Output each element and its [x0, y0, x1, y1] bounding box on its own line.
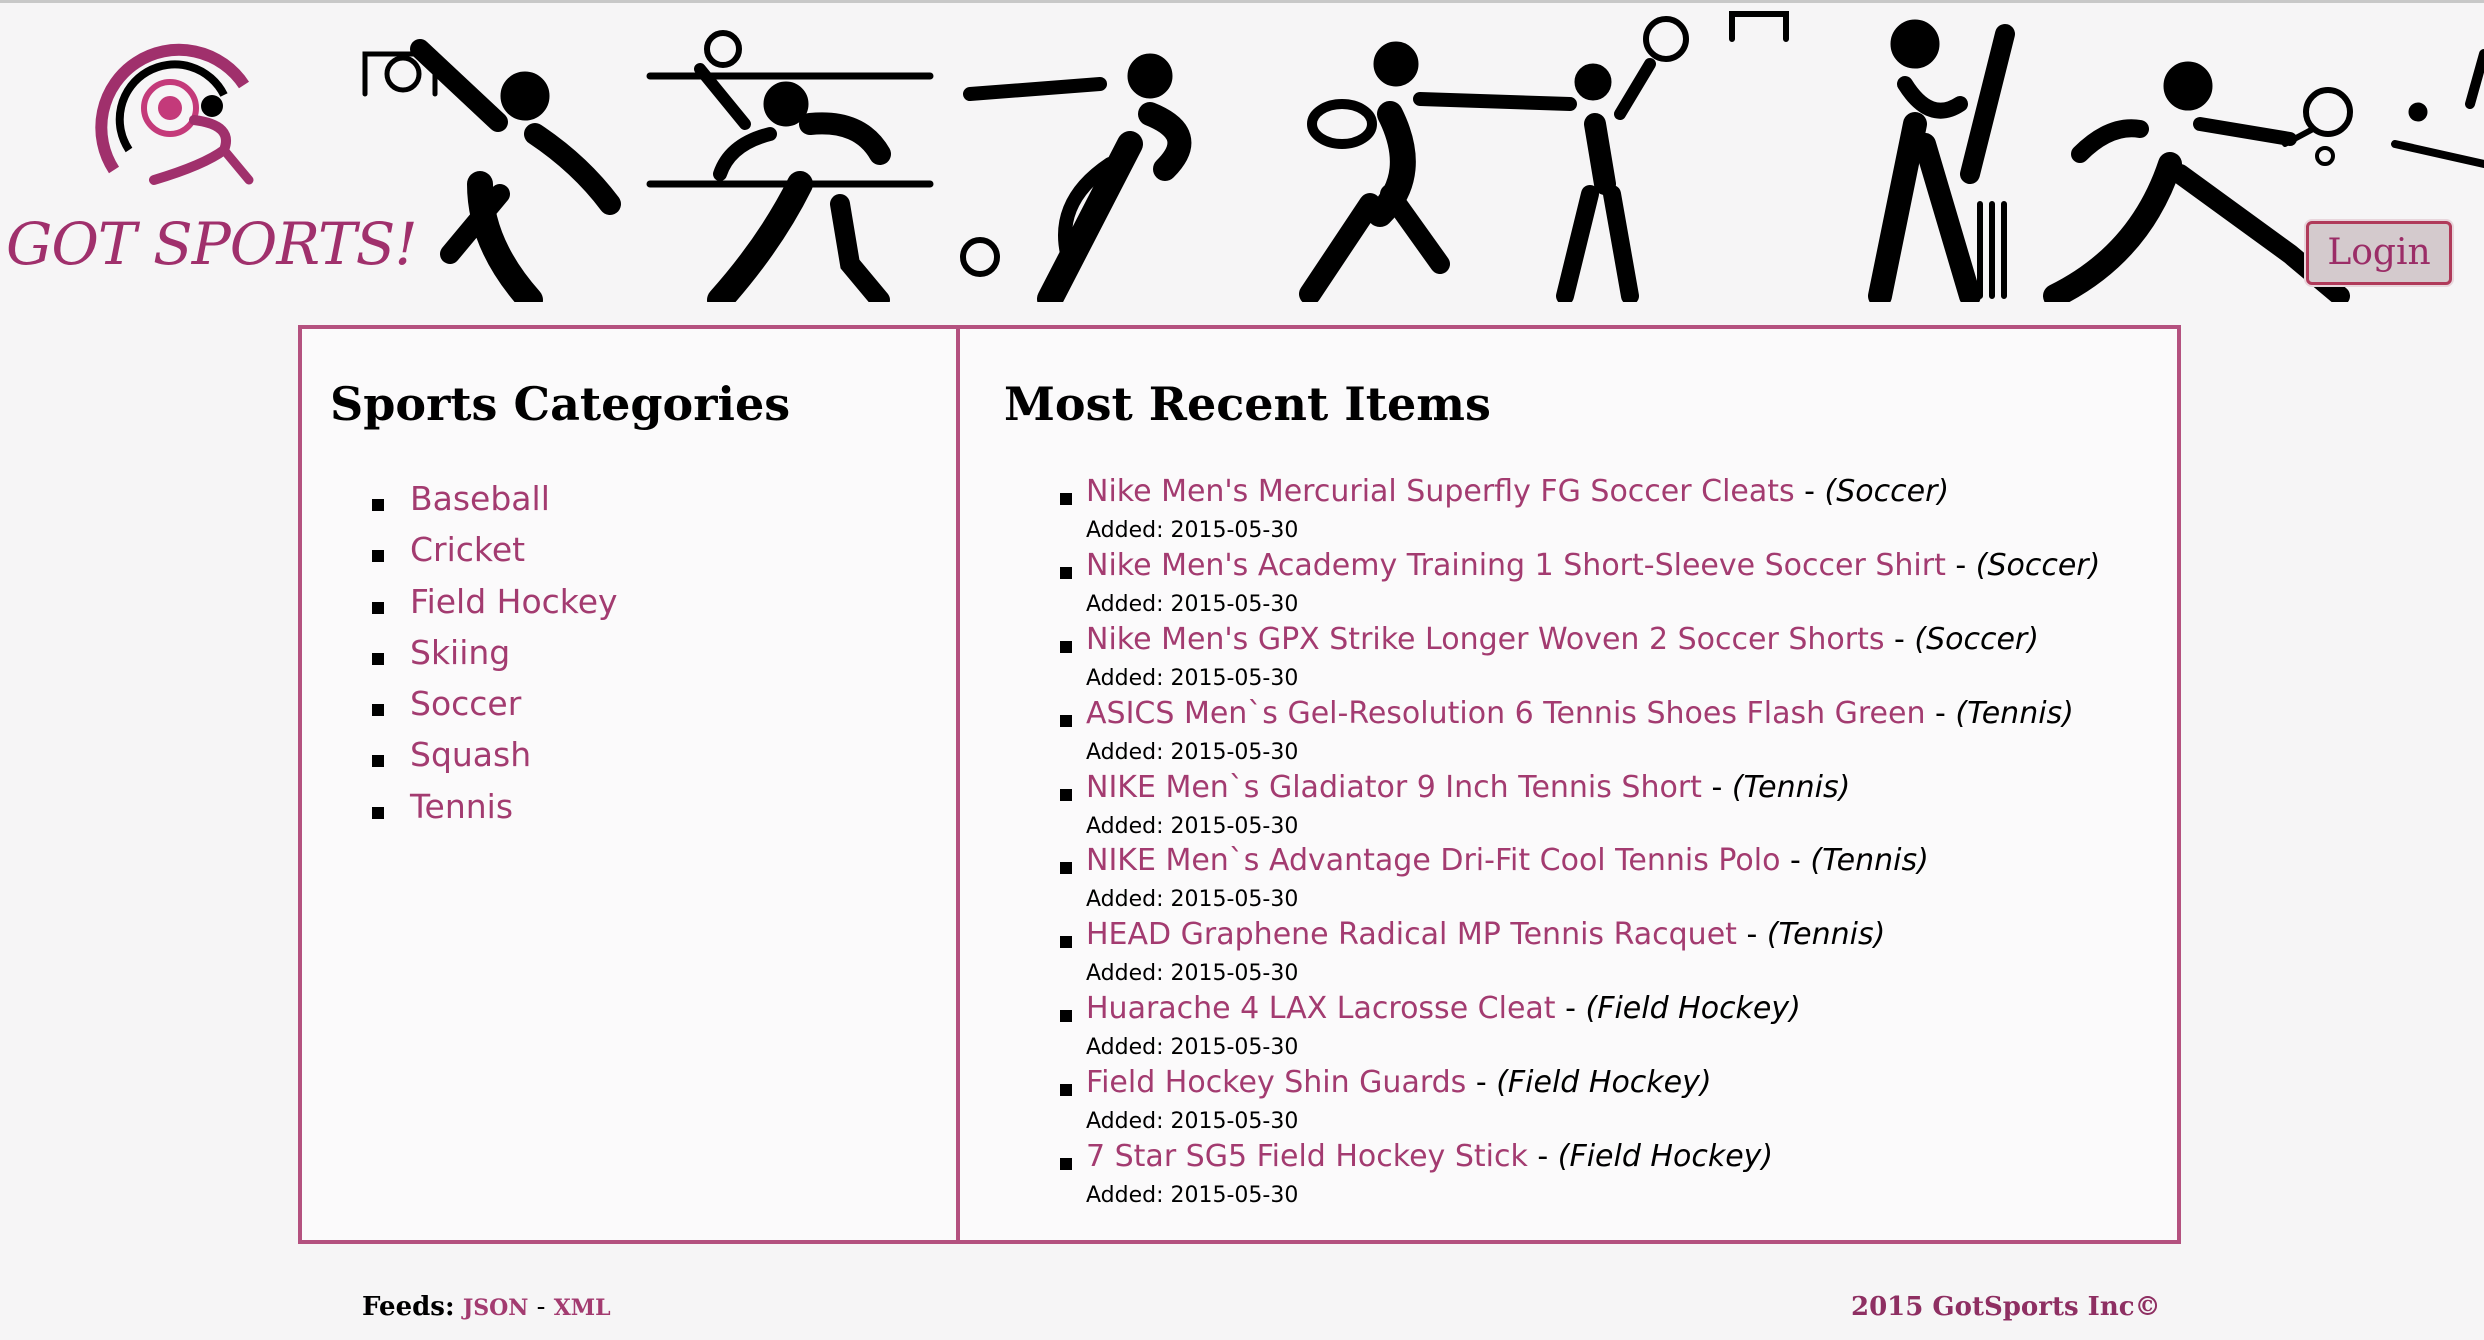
item-link[interactable]: NIKE Men`s Gladiator 9 Inch Tennis Short [1086, 770, 1702, 805]
logo-icon[interactable] [84, 30, 264, 200]
category-link[interactable]: Baseball [410, 479, 550, 518]
item-added-date: Added: 2015-05-30 [1086, 961, 1299, 987]
bullet-icon [1060, 493, 1072, 505]
item-separator: - [1780, 843, 1811, 879]
item-added-date: Added: 2015-05-30 [1086, 1109, 1299, 1135]
header: GOT SPORTS! Login [0, 0, 2484, 310]
item-added-date: Added: 2015-05-30 [1086, 665, 1299, 691]
categories-heading: Sports Categories [330, 377, 791, 431]
item-added-date: Added: 2015-05-30 [1086, 813, 1299, 839]
item-link[interactable]: Nike Men's GPX Strike Longer Woven 2 Soc… [1086, 622, 1884, 657]
cricket-icon [1868, 19, 2015, 302]
item-category: (Soccer) [1914, 621, 2039, 657]
table-tennis-icon [646, 30, 934, 302]
bullet-icon [1060, 1084, 1072, 1097]
bullet-icon [1060, 640, 1072, 653]
item-line: NIKE Men`s Advantage Dri-Fit Cool Tennis… [1086, 843, 1929, 878]
item-added-date: Added: 2015-05-30 [1086, 518, 1299, 543]
item-line: Nike Men's Mercurial Superfly FG Soccer … [1086, 474, 1949, 509]
item-category: (Tennis) [1766, 917, 1886, 953]
bullet-icon [372, 652, 384, 665]
item-category: (Field Hockey) [1496, 1065, 1712, 1101]
item-separator: - [1555, 991, 1586, 1027]
bullet-icon [1060, 936, 1072, 949]
bullet-icon [372, 704, 384, 717]
bullet-icon [372, 806, 384, 819]
item-line: Nike Men's GPX Strike Longer Woven 2 Soc… [1086, 622, 2039, 657]
recent-items-heading: Most Recent Items [1004, 377, 1491, 431]
item-link[interactable]: 7 Star SG5 Field Hockey Stick [1086, 1139, 1528, 1174]
item-line: HEAD Graphene Radical MP Tennis Racquet … [1086, 917, 1885, 952]
item-link[interactable]: HEAD Graphene Radical MP Tennis Racquet [1086, 917, 1737, 952]
item-link[interactable]: NIKE Men`s Advantage Dri-Fit Cool Tennis… [1086, 843, 1780, 878]
item-line: Nike Men's Academy Training 1 Short-Slee… [1086, 548, 2100, 583]
item-separator: - [1527, 1139, 1558, 1175]
login-button[interactable]: Login [2306, 221, 2452, 285]
item-category: (Soccer) [1824, 474, 1950, 509]
category-link[interactable]: Tennis [410, 787, 513, 826]
item-line: Field Hockey Shin Guards - (Field Hockey… [1086, 1065, 1712, 1100]
bullet-icon [1060, 862, 1072, 875]
item-line: Huarache 4 LAX Lacrosse Cleat - (Field H… [1086, 991, 1801, 1026]
item-category: (Field Hockey) [1557, 1139, 1774, 1175]
category-link[interactable]: Field Hockey [410, 582, 618, 621]
sports-banner-image [362, 11, 2484, 302]
item-category: (Soccer) [1975, 547, 2101, 583]
rugby-icon [1299, 41, 1577, 302]
basketball-icon [362, 39, 621, 302]
item-link[interactable]: Field Hockey Shin Guards [1086, 1065, 1466, 1100]
item-separator: - [1466, 1065, 1497, 1101]
bullet-icon [1060, 566, 1072, 579]
item-link[interactable]: ASICS Men`s Gel-Resolution 6 Tennis Shoe… [1086, 696, 1926, 731]
category-link[interactable]: Skiing [410, 633, 510, 672]
item-added-date: Added: 2015-05-30 [1086, 887, 1299, 913]
item-added-date: Added: 2015-05-30 [1086, 739, 1299, 765]
item-added-date: Added: 2015-05-30 [1086, 1183, 1299, 1209]
item-category: (Tennis) [1731, 769, 1851, 805]
item-line: 7 Star SG5 Field Hockey Stick - (Field H… [1086, 1139, 1773, 1174]
item-category: (Tennis) [1955, 695, 2074, 731]
item-line: ASICS Men`s Gel-Resolution 6 Tennis Shoe… [1086, 696, 2074, 731]
category-link[interactable]: Cricket [410, 530, 525, 569]
item-added-date: Added: 2015-05-30 [1086, 1035, 1299, 1061]
bullet-icon [1060, 1010, 1072, 1023]
item-link[interactable]: Nike Men's Mercurial Superfly FG Soccer … [1086, 474, 1795, 509]
feeds-label: Feeds: [362, 1292, 455, 1322]
volleyball-icon [1556, 11, 1789, 302]
item-separator: - [1701, 769, 1732, 805]
item-link[interactable]: Nike Men's Academy Training 1 Short-Slee… [1086, 548, 1946, 583]
bullet-icon [372, 601, 384, 614]
item-separator: - [1945, 547, 1976, 583]
item-separator: - [1736, 917, 1767, 953]
categories-panel: Sports Categories Baseball Cricket Field H… [298, 325, 960, 1244]
bullet-icon [1060, 1158, 1072, 1171]
bullet-icon [1060, 788, 1072, 801]
footer-feeds: Feeds: JSON - XML [362, 1292, 611, 1322]
item-added-date: Added: 2015-05-30 [1086, 591, 1299, 617]
item-category: (Tennis) [1810, 843, 1929, 879]
recent-items-panel: Most Recent Items Nike Men's Mercurial S… [956, 325, 2181, 1244]
bullet-icon [372, 499, 384, 511]
bullet-icon [372, 550, 384, 563]
item-separator: - [1925, 695, 1956, 731]
item-category: (Field Hockey) [1585, 991, 1801, 1027]
bullet-icon [1060, 714, 1072, 727]
json-feed-link[interactable]: JSON [463, 1295, 529, 1321]
item-link[interactable]: Huarache 4 LAX Lacrosse Cleat [1086, 991, 1556, 1026]
copyright-text: 2015 GotSports Inc© [1851, 1292, 2161, 1322]
item-separator: - [1884, 621, 1915, 657]
item-line: NIKE Men`s Gladiator 9 Inch Tennis Short… [1086, 770, 1850, 805]
item-separator: - [1794, 474, 1825, 509]
xml-feed-link[interactable]: XML [554, 1295, 611, 1321]
bullet-icon [372, 755, 384, 768]
feeds-separator: - [536, 1292, 546, 1322]
category-link[interactable]: Squash [410, 735, 531, 774]
soccer-icon [960, 53, 1192, 302]
category-link[interactable]: Soccer [410, 684, 521, 723]
